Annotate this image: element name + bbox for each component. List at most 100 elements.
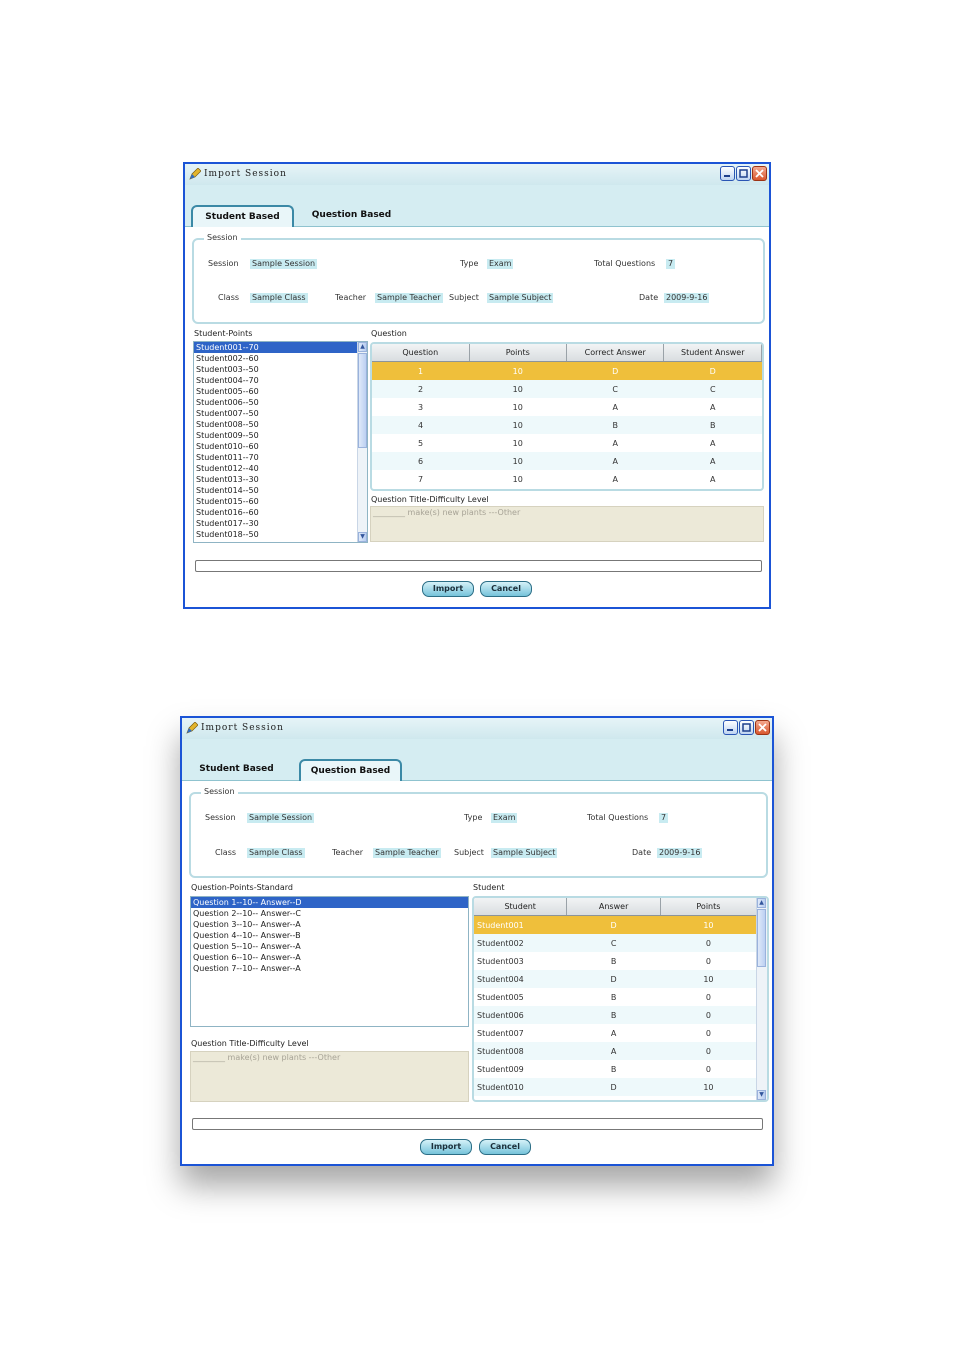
- table-row[interactable]: 5 10 A A: [372, 434, 762, 452]
- maximize-button[interactable]: [736, 166, 751, 181]
- cancel-button[interactable]: Cancel: [480, 581, 532, 597]
- table-cell: D: [566, 1078, 661, 1096]
- title-bar[interactable]: Import Session: [182, 718, 772, 740]
- student-points-item[interactable]: Student012--40: [194, 463, 357, 474]
- student-points-item[interactable]: Student003--50: [194, 364, 357, 375]
- table-row[interactable]: Student009 B 0: [474, 1060, 757, 1078]
- scroll-down-icon[interactable]: ▼: [757, 1090, 766, 1100]
- column-header[interactable]: Correct Answer: [566, 344, 665, 362]
- table-cell: B: [566, 416, 664, 434]
- tab-question-based[interactable]: Question Based: [300, 205, 403, 225]
- minimize-icon: [727, 729, 733, 731]
- teacher-label: Teacher: [335, 293, 367, 302]
- table-row[interactable]: Student011D10: [474, 1096, 757, 1100]
- scroll-thumb[interactable]: [757, 909, 766, 967]
- student-points-item[interactable]: Student008--50: [194, 419, 357, 430]
- student-points-item[interactable]: Student002--60: [194, 353, 357, 364]
- question-points-item[interactable]: Question 7--10-- Answer--A: [191, 963, 468, 974]
- student-points-item[interactable]: Student015--60: [194, 496, 357, 507]
- student-points-item[interactable]: Student017--30: [194, 518, 357, 529]
- vertical-scrollbar[interactable]: ▲ ▼: [756, 898, 767, 1100]
- column-header[interactable]: Points: [660, 898, 758, 916]
- column-header[interactable]: Question: [372, 344, 470, 362]
- table-cell: B: [610, 1064, 617, 1074]
- question-points-item[interactable]: Question 4--10-- Answer--B: [191, 930, 468, 941]
- student-points-item[interactable]: Student013--30: [194, 474, 357, 485]
- table-cell: 5: [417, 438, 424, 448]
- student-points-item[interactable]: Student009--50: [194, 430, 357, 441]
- maximize-button[interactable]: [739, 720, 754, 735]
- vertical-scrollbar[interactable]: ▲ ▼: [357, 342, 367, 542]
- column-header[interactable]: Answer: [566, 898, 661, 916]
- table-row[interactable]: Student007 A 0: [474, 1024, 757, 1042]
- session-legend: Session: [204, 233, 241, 242]
- table-row[interactable]: Student001 D 10: [474, 915, 757, 934]
- student-points-item[interactable]: Student016--60: [194, 507, 357, 518]
- table-cell: B: [610, 956, 617, 966]
- scroll-up-icon[interactable]: ▲: [757, 898, 766, 908]
- student-points-item[interactable]: Student005--60: [194, 386, 357, 397]
- student-label: Student: [473, 883, 505, 892]
- question-table[interactable]: Question Points Correct Answer Student Answ…: [370, 342, 764, 491]
- question-points-list[interactable]: Question 1--10-- Answer--D Question 2--10…: [190, 896, 469, 1027]
- date-value: 2009-9-16: [664, 293, 710, 303]
- question-points-item[interactable]: Question 3--10-- Answer--A: [191, 919, 468, 930]
- column-header[interactable]: Student Answer: [663, 344, 762, 362]
- minimize-button[interactable]: [723, 720, 738, 735]
- student-points-item[interactable]: Student006--50: [194, 397, 357, 408]
- table-cell: 10: [469, 361, 567, 380]
- scroll-up-icon[interactable]: ▲: [358, 342, 367, 352]
- scroll-thumb[interactable]: [358, 353, 367, 448]
- table-row[interactable]: Student006 B 0: [474, 1006, 757, 1024]
- table-row[interactable]: 1 10 D D: [372, 361, 762, 380]
- student-points-list[interactable]: Student001--70 Student002--60 Student003--…: [193, 341, 368, 543]
- tab-question-based[interactable]: Question Based: [299, 759, 402, 781]
- table-row[interactable]: Student005 B 0: [474, 988, 757, 1006]
- table-row[interactable]: 3 10 A A: [372, 398, 762, 416]
- column-header[interactable]: Points: [469, 344, 567, 362]
- question-points-item[interactable]: Question 2--10-- Answer--C: [191, 908, 468, 919]
- cancel-button[interactable]: Cancel: [479, 1139, 531, 1155]
- tab-student-based[interactable]: Student Based: [191, 205, 294, 227]
- table-cell: 2: [372, 380, 469, 398]
- student-points-item[interactable]: Student007--50: [194, 408, 357, 419]
- table-row[interactable]: 7 10 A A: [372, 470, 762, 488]
- table-cell: 0: [705, 992, 711, 1002]
- pencil-icon: [186, 722, 198, 734]
- student-points-item[interactable]: Student004--70: [194, 375, 357, 386]
- table-cell: 4: [372, 416, 469, 434]
- table-cell: Student003: [477, 956, 524, 966]
- import-button[interactable]: Import: [422, 581, 474, 597]
- minimize-button[interactable]: [720, 166, 735, 181]
- table-row[interactable]: 2 10 C C: [372, 380, 762, 398]
- table-row[interactable]: Student004 D 10: [474, 970, 757, 988]
- question-points-item[interactable]: Question 6--10-- Answer--A: [191, 952, 468, 963]
- student-points-item[interactable]: Student018--50: [194, 529, 357, 540]
- column-header[interactable]: Student: [474, 898, 568, 916]
- student-points-item[interactable]: Student010--60: [194, 441, 357, 452]
- student-table[interactable]: Student Answer Points Student001 D 10 Student…: [472, 896, 769, 1102]
- close-button[interactable]: [752, 166, 767, 181]
- student-points-item[interactable]: Student014--50: [194, 485, 357, 496]
- table-cell: 10: [512, 438, 523, 448]
- total-questions-value: 7: [666, 259, 676, 269]
- close-button[interactable]: [755, 720, 770, 735]
- table-row[interactable]: 4 10 B B: [372, 416, 762, 434]
- table-row[interactable]: 6 10 A A: [372, 452, 762, 470]
- student-points-item[interactable]: Student011--70: [194, 452, 357, 463]
- class-value: Sample Class: [247, 848, 305, 858]
- table-row[interactable]: Student003 B 0: [474, 952, 757, 970]
- table-row[interactable]: Student008 A 0: [474, 1042, 757, 1060]
- question-points-item[interactable]: Question 1--10-- Answer--D: [191, 897, 468, 908]
- table-cell: A: [610, 1028, 617, 1038]
- student-points-item[interactable]: Student001--70: [194, 342, 357, 353]
- table-row[interactable]: Student010 D 10: [474, 1078, 757, 1096]
- tab-student-based[interactable]: Student Based: [185, 759, 288, 779]
- import-button[interactable]: Import: [420, 1139, 472, 1155]
- student-points-label: Student-Points: [194, 329, 253, 338]
- scroll-down-icon[interactable]: ▼: [358, 532, 367, 542]
- question-points-item[interactable]: Question 5--10-- Answer--A: [191, 941, 468, 952]
- table-row[interactable]: Student002 C 0: [474, 934, 757, 952]
- type-label: Type: [464, 813, 483, 822]
- title-bar[interactable]: Import Session: [185, 164, 769, 186]
